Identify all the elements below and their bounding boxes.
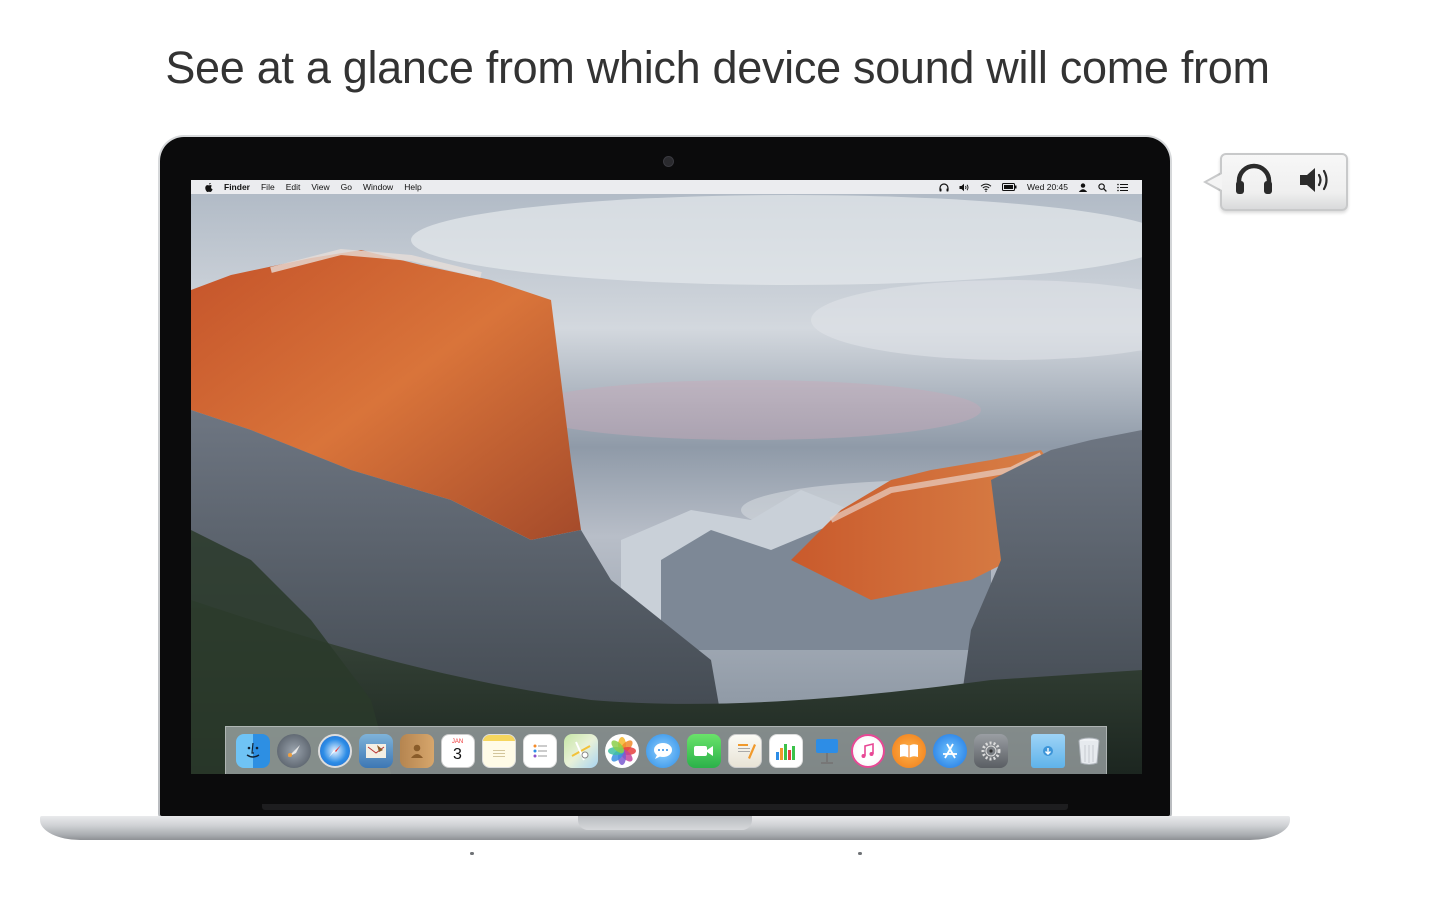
messages-icon[interactable] xyxy=(645,733,680,768)
mail-icon[interactable] xyxy=(358,733,393,768)
calendar-day: 3 xyxy=(453,745,462,763)
menu-app-finder[interactable]: Finder xyxy=(224,182,250,192)
volume-icon[interactable] xyxy=(959,183,970,192)
page-headline: See at a glance from which device sound … xyxy=(165,42,1270,93)
callout-bubble xyxy=(1220,153,1348,211)
laptop-opening-notch xyxy=(578,816,752,830)
reminders-icon[interactable] xyxy=(522,733,557,768)
calendar-icon[interactable]: JAN 3 xyxy=(440,733,475,768)
laptop-foot-left xyxy=(470,852,474,855)
menu-bar: Finder File Edit View Go Window Help Wed… xyxy=(191,180,1142,194)
pages-icon[interactable] xyxy=(727,733,762,768)
calendar-month: JAN xyxy=(451,738,464,745)
notes-icon[interactable] xyxy=(481,733,516,768)
laptop-foot-right xyxy=(858,852,862,855)
laptop-bezel: Finder File Edit View Go Window Help Wed… xyxy=(160,137,1170,816)
notification-center-icon[interactable] xyxy=(1117,183,1128,192)
camera xyxy=(663,156,674,167)
callout-pointer-inner xyxy=(1207,174,1222,190)
ibooks-icon[interactable] xyxy=(891,733,926,768)
laptop-lid: Finder File Edit View Go Window Help Wed… xyxy=(158,135,1172,818)
menu-edit[interactable]: Edit xyxy=(286,182,301,192)
apple-menu-icon[interactable] xyxy=(205,182,213,192)
wifi-icon[interactable] xyxy=(980,183,992,192)
spotlight-icon[interactable] xyxy=(1098,182,1107,192)
user-icon[interactable] xyxy=(1078,182,1088,192)
photos-icon[interactable] xyxy=(604,733,639,768)
app-store-icon[interactable] xyxy=(932,733,967,768)
itunes-icon[interactable] xyxy=(850,733,885,768)
laptop-screen: Finder File Edit View Go Window Help Wed… xyxy=(191,180,1142,774)
maps-icon[interactable] xyxy=(563,733,598,768)
contacts-icon[interactable] xyxy=(399,733,434,768)
keynote-icon[interactable] xyxy=(810,734,844,768)
trash-icon[interactable] xyxy=(1072,734,1106,768)
menubar-clock[interactable]: Wed 20:45 xyxy=(1027,182,1068,192)
finder-icon[interactable] xyxy=(235,733,270,768)
menu-view[interactable]: View xyxy=(311,182,329,192)
facetime-icon[interactable] xyxy=(686,733,721,768)
menu-window[interactable]: Window xyxy=(363,182,393,192)
headphones-icon[interactable] xyxy=(939,182,949,192)
menu-go[interactable]: Go xyxy=(341,182,352,192)
safari-icon[interactable] xyxy=(317,733,352,768)
launchpad-icon[interactable] xyxy=(276,733,311,768)
downloads-folder-icon[interactable] xyxy=(1030,733,1065,768)
menu-help[interactable]: Help xyxy=(404,182,421,192)
speaker-volume-icon xyxy=(1298,165,1334,200)
headphones-icon xyxy=(1234,163,1274,202)
battery-icon[interactable] xyxy=(1002,183,1017,191)
dock: JAN 3 xyxy=(225,726,1107,774)
menu-file[interactable]: File xyxy=(261,182,275,192)
laptop-hinge xyxy=(262,804,1068,810)
system-preferences-icon[interactable] xyxy=(973,733,1008,768)
numbers-icon[interactable] xyxy=(768,733,803,768)
desktop-wallpaper xyxy=(191,180,1142,774)
